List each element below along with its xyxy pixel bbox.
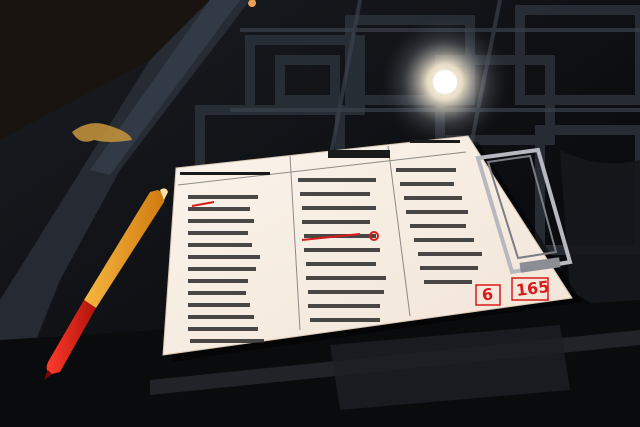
photo-scene: 6 165	[0, 0, 640, 427]
scene-illustration	[0, 0, 640, 427]
handwritten-total: 165	[514, 277, 551, 300]
handwritten-table-number: 6	[480, 284, 495, 305]
